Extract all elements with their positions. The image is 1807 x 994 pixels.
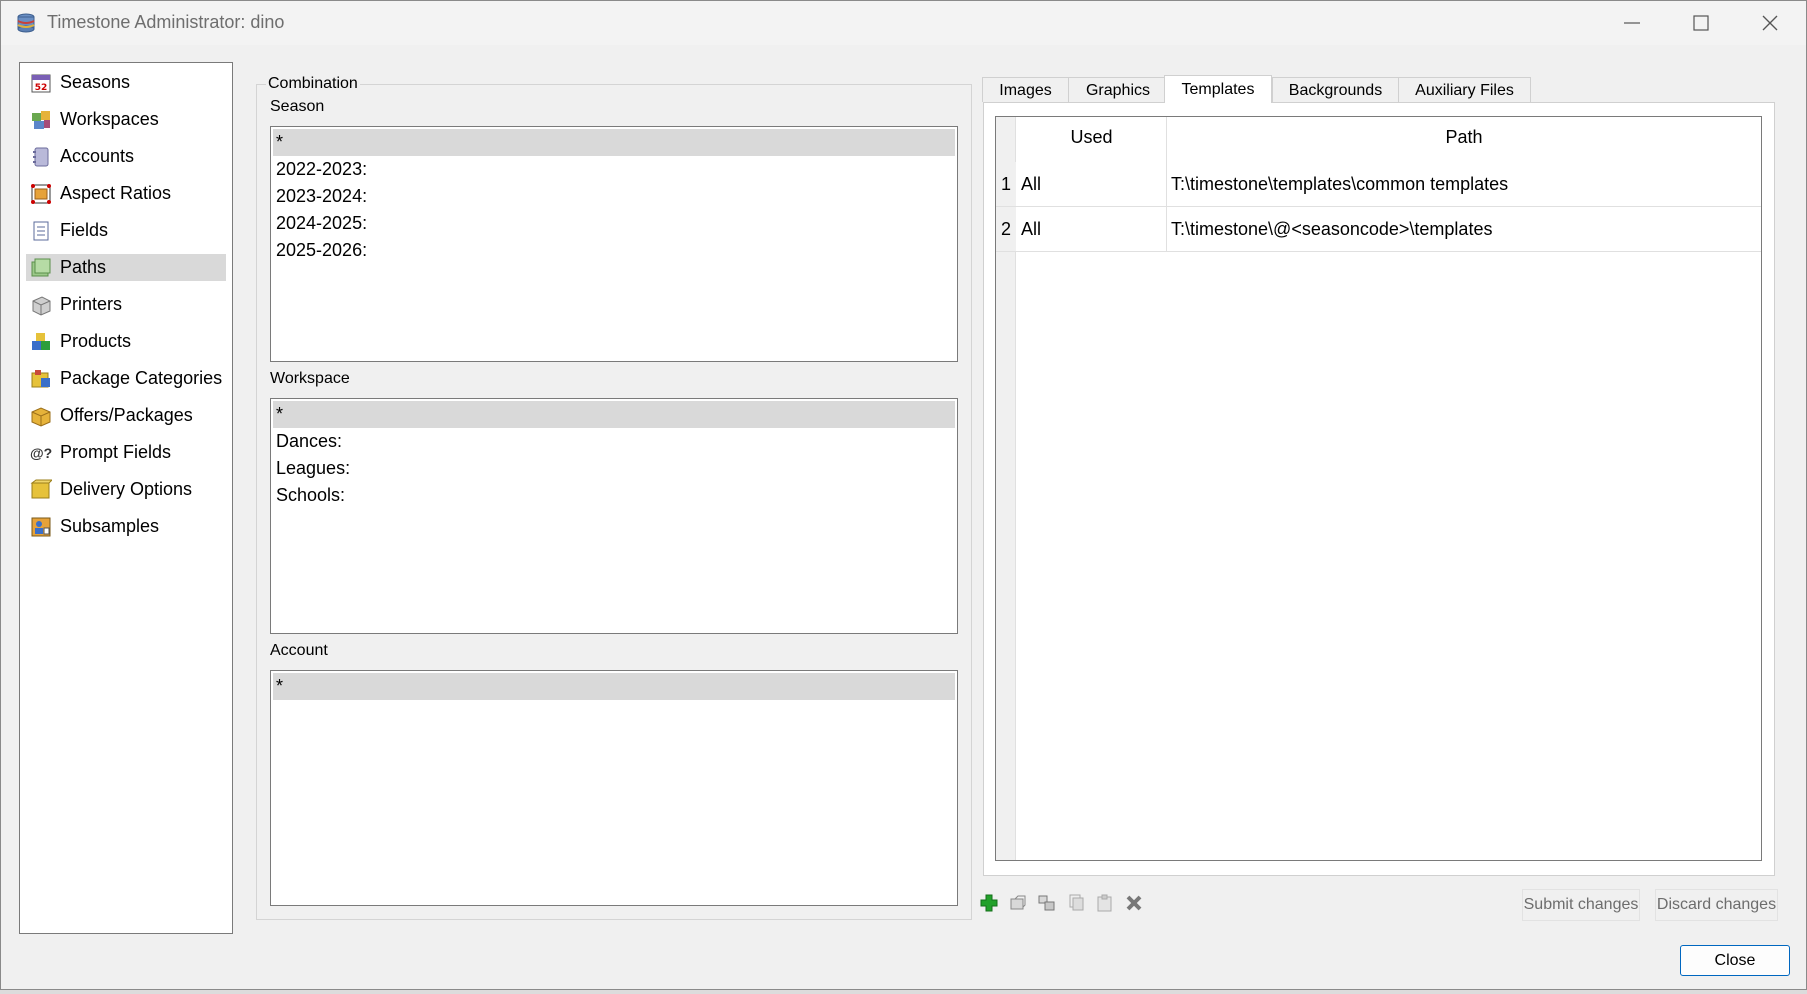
sidebar-item-label: Accounts [60,146,135,166]
sidebar-item-label: Aspect Ratios [60,183,172,203]
cell-used[interactable]: All [1017,207,1167,251]
subsamples-icon [31,517,51,537]
sidebar-item-package-categories[interactable]: Package Categories [26,365,226,392]
sidebar-item-printers[interactable]: Printers [26,291,226,318]
list-item[interactable]: * [273,129,955,156]
sidebar-item-aspect-ratios[interactable]: Aspect Ratios [26,180,226,207]
sidebar-item-prompt-fields[interactable]: @? Prompt Fields [26,439,226,466]
column-header-used[interactable]: Used [1017,117,1167,162]
table-row[interactable]: 2 All T:\timestone\@<seasoncode>\templat… [996,207,1761,252]
tab-backgrounds[interactable]: Backgrounds [1272,77,1399,102]
accounts-icon [33,147,49,167]
list-item[interactable]: 2025-2026: [273,237,955,264]
tab-images[interactable]: Images [982,77,1069,102]
products-icon [32,333,50,350]
maximize-button[interactable] [1667,1,1735,45]
account-label: Account [270,642,328,659]
tab-auxiliary-files[interactable]: Auxiliary Files [1398,77,1531,102]
add-icon[interactable] [979,893,999,913]
discard-changes-button[interactable]: Discard changes [1655,889,1778,921]
app-database-icon [17,13,35,33]
cell-path[interactable]: T:\timestone\@<seasoncode>\templates [1167,207,1761,251]
cell-path[interactable]: T:\timestone\templates\common templates [1167,162,1761,206]
sidebar-item-delivery-options[interactable]: Delivery Options [26,476,226,503]
title-bar: Timestone Administrator: dino [1,1,1806,45]
column-header-path[interactable]: Path [1167,117,1761,162]
list-item[interactable]: Dances: [273,428,955,455]
app-window: Timestone Administrator: dino 52 Seasons… [0,0,1807,990]
workspaces-icon [32,111,50,129]
sidebar-item-label: Fields [60,220,109,240]
list-item[interactable]: Leagues: [273,455,955,482]
sidebar-item-label: Printers [60,294,123,314]
sidebar-item-label: Workspaces [60,109,159,129]
offers-icon [31,407,51,427]
sidebar-item-subsamples[interactable]: Subsamples [26,513,226,540]
edit-icon[interactable] [1008,893,1028,913]
minimize-icon [1624,22,1640,24]
workspace-listbox[interactable]: * Dances: Leagues: Schools: [270,398,958,634]
season-listbox[interactable]: * 2022-2023: 2023-2024: 2024-2025: 2025-… [270,126,958,362]
paths-icon [31,258,51,277]
combination-group-title: Combination [266,75,360,93]
tab-templates[interactable]: Templates [1164,75,1272,103]
sidebar-item-label: Delivery Options [60,479,193,499]
list-item[interactable]: 2022-2023: [273,156,955,183]
row-number: 1 [996,162,1016,206]
sidebar-item-label: Subsamples [60,516,160,536]
delete-icon[interactable] [1124,893,1144,913]
sidebar-item-label: Offers/Packages [60,405,193,425]
sidebar-item-fields[interactable]: Fields [26,217,226,244]
sidebar-item-label: Products [60,331,132,351]
list-item[interactable]: Schools: [273,482,955,509]
delivery-icon [30,479,52,499]
prompt-fields-icon: @? [30,445,53,461]
maximize-icon [1693,15,1709,31]
sidebar-item-accounts[interactable]: Accounts [26,143,226,170]
cell-used[interactable]: All [1017,162,1167,206]
table-row[interactable]: 1 All T:\timestone\templates\common temp… [996,162,1761,207]
printer-icon [32,296,51,316]
sidebar-item-offers-packages[interactable]: Offers/Packages [26,402,226,429]
window-title: Timestone Administrator: dino [47,12,285,32]
sidebar-item-label: Paths [60,257,107,277]
close-icon [1762,15,1778,31]
list-item[interactable]: * [273,673,955,700]
close-button[interactable]: Close [1680,945,1790,976]
row-number: 2 [996,207,1016,251]
paste-icon[interactable] [1095,893,1115,913]
close-window-button[interactable] [1736,1,1804,45]
sidebar-item-products[interactable]: Products [26,328,226,355]
fields-icon [33,221,49,241]
sidebar-item-seasons[interactable]: 52 Seasons [26,69,226,96]
paths-grid[interactable]: Used Path 1 All T:\timestone\templates\c… [995,116,1762,861]
list-item[interactable]: * [273,401,955,428]
aspect-ratio-icon [31,184,51,204]
sidebar-item-paths[interactable]: Paths [26,254,226,281]
tab-graphics[interactable]: Graphics [1068,77,1168,102]
submit-changes-button[interactable]: Submit changes [1522,889,1640,921]
workspace-label: Workspace [270,370,350,387]
copy-icon[interactable] [1066,893,1086,913]
sidebar-item-label: Seasons [60,72,131,92]
duplicate-icon[interactable] [1037,893,1057,913]
sidebar: 52 Seasons Workspaces Accounts Aspect Ra… [19,62,233,934]
minimize-button[interactable] [1598,1,1666,45]
list-item[interactable]: 2023-2024: [273,183,955,210]
sidebar-item-label: Prompt Fields [60,442,172,462]
sidebar-item-workspaces[interactable]: Workspaces [26,106,226,133]
background-strip [0,990,1807,994]
season-label: Season [270,98,325,115]
sidebar-item-label: Package Categories [60,368,223,388]
package-categories-icon [31,370,50,388]
list-item[interactable]: 2024-2025: [273,210,955,237]
svg-text:52: 52 [35,83,48,93]
calendar-icon: 52 [31,74,51,93]
account-listbox[interactable]: * [270,670,958,906]
